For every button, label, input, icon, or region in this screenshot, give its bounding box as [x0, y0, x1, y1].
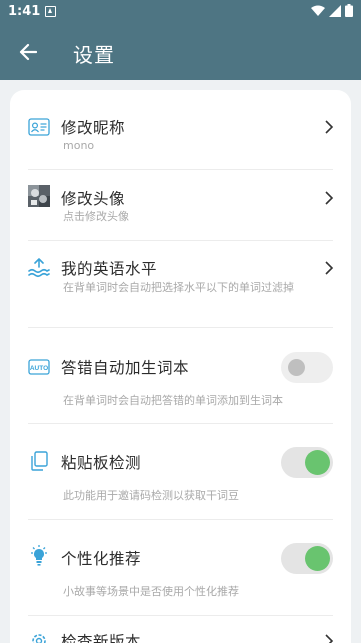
settings-card: 修改昵称 mono 修改头像 点击修改头像 我的英语水平 在背单词时会自动把选择… [10, 90, 351, 643]
divider [28, 615, 333, 616]
status-time: 1:41 [8, 4, 41, 19]
toggle-knob [288, 359, 305, 376]
setting-subtext: mono [63, 139, 95, 152]
setting-label: 我的英语水平 [61, 260, 158, 278]
svg-text:AUTO: AUTO [30, 365, 48, 372]
setting-clipboard-detect: 粘贴板检测 此功能用于邀请码检测以获取干词豆 [28, 447, 333, 507]
divider [28, 423, 333, 424]
divider [28, 240, 333, 241]
clipboard-icon [28, 450, 50, 472]
wifi-icon [311, 5, 325, 16]
setting-english-level[interactable]: 我的英语水平 在背单词时会自动把选择水平以下的单词过滤掉 [28, 255, 334, 325]
setting-label: 答错自动加生词本 [61, 359, 190, 377]
id-card-icon [28, 116, 50, 138]
setting-nickname[interactable]: 修改昵称 mono [28, 112, 334, 172]
setting-auto-add-wordbook: AUTO 答错自动加生词本 在背单词时会自动把答错的单词添加到生词本 [28, 352, 333, 412]
lightbulb-icon [28, 545, 50, 567]
toggle-knob [305, 546, 330, 571]
setting-label: 粘贴板检测 [61, 454, 142, 472]
setting-avatar[interactable]: 修改头像 点击修改头像 [28, 183, 334, 243]
chevron-right-icon [325, 120, 334, 134]
page-title: 设置 [73, 43, 115, 67]
status-bar: 1:41 [0, 0, 361, 24]
notification-a-icon [45, 6, 56, 17]
battery-icon [345, 4, 353, 17]
setting-subtext: 点击修改头像 [63, 210, 129, 223]
chevron-right-icon [325, 261, 334, 275]
setting-label: 修改昵称 [61, 119, 126, 137]
chevron-right-icon [325, 634, 334, 643]
app-bar: 设置 [0, 24, 361, 80]
divider [28, 169, 333, 170]
divider [28, 519, 333, 520]
setting-label: 检查新版本 [61, 633, 142, 643]
toggle-knob [305, 450, 330, 475]
setting-subtext: 小故事等场景中是否使用个性化推荐 [63, 585, 239, 598]
chevron-right-icon [325, 191, 334, 205]
setting-subtext: 在背单词时会自动把答错的单词添加到生词本 [63, 394, 283, 407]
water-level-icon [28, 257, 50, 279]
clipboard-detect-toggle[interactable] [281, 447, 333, 478]
system-icons [311, 4, 353, 17]
personalized-recommend-toggle[interactable] [281, 543, 333, 574]
setting-check-update[interactable]: 检查新版本 [28, 630, 334, 643]
back-button[interactable] [12, 36, 44, 68]
divider [28, 327, 333, 328]
setting-subtext: 此功能用于邀请码检测以获取干词豆 [63, 489, 239, 502]
setting-label: 修改头像 [61, 190, 126, 208]
gear-icon [28, 630, 50, 643]
setting-subtext: 在背单词时会自动把选择水平以下的单词过滤掉 [63, 281, 294, 294]
avatar-thumbnail [28, 185, 50, 207]
auto-icon: AUTO [28, 356, 50, 378]
auto-add-wordbook-toggle[interactable] [281, 352, 333, 383]
signal-icon [329, 4, 341, 17]
setting-label: 个性化推荐 [61, 550, 142, 568]
arrow-left-icon [19, 43, 37, 61]
setting-personalized-recommend: 个性化推荐 小故事等场景中是否使用个性化推荐 [28, 543, 333, 603]
